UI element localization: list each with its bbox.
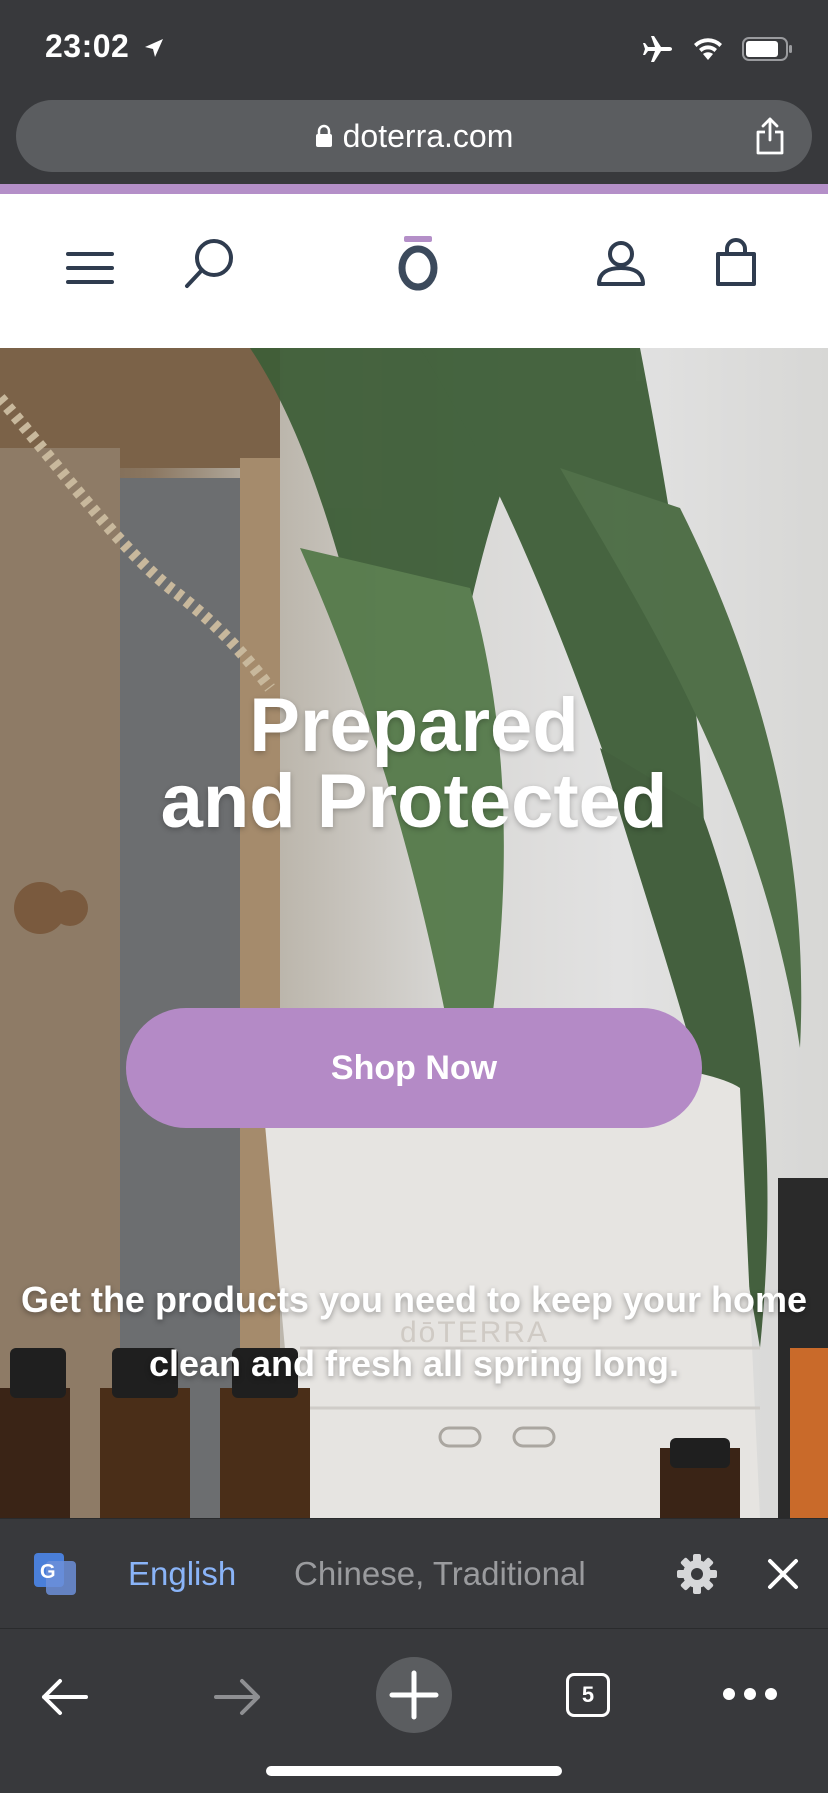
more-options-icon[interactable]	[722, 1687, 778, 1701]
svg-text:G: G	[40, 1561, 56, 1583]
status-time: 23:02	[45, 28, 165, 65]
status-bar: 23:02	[0, 0, 828, 96]
status-indicators	[642, 34, 794, 64]
tab-count-button[interactable]: 5	[566, 1673, 610, 1717]
shopping-bag-icon[interactable]	[714, 238, 758, 288]
hero-title-line2: and Protected	[160, 759, 668, 844]
settings-gear-icon[interactable]	[676, 1553, 718, 1595]
battery-icon	[742, 37, 792, 61]
url-text: doterra.com	[342, 117, 514, 154]
google-translate-icon: G	[34, 1553, 76, 1595]
airplane-icon	[643, 36, 672, 62]
doterra-logo[interactable]	[388, 218, 448, 298]
account-icon[interactable]	[596, 240, 646, 288]
search-icon[interactable]	[182, 236, 238, 292]
clock-text: 23:02	[45, 28, 130, 64]
hero-subtitle: Get the products you need to keep your h…	[20, 1279, 808, 1384]
share-icon[interactable]	[754, 116, 786, 156]
wifi-icon	[694, 38, 722, 60]
home-indicator[interactable]	[266, 1766, 562, 1776]
forward-arrow-icon[interactable]	[212, 1675, 264, 1719]
shop-now-button[interactable]: Shop Now	[126, 1008, 702, 1128]
new-tab-button[interactable]	[376, 1657, 452, 1733]
language-english[interactable]: English	[128, 1555, 236, 1593]
hero-title: Prepared and Protected	[0, 688, 828, 840]
address-bar[interactable]: doterra.com	[16, 100, 812, 172]
site-header	[0, 194, 828, 348]
hero-title-line1: Prepared	[249, 683, 579, 768]
language-chinese-traditional[interactable]: Chinese, Traditional	[294, 1555, 586, 1593]
accent-line	[0, 184, 828, 194]
translate-bar: G English Chinese, Traditional	[0, 1518, 828, 1627]
logo-mark	[398, 236, 438, 291]
back-arrow-icon[interactable]	[38, 1675, 90, 1719]
lock-icon	[315, 124, 332, 147]
tab-count: 5	[581, 1682, 595, 1707]
close-icon[interactable]	[766, 1557, 800, 1591]
location-arrow-icon	[144, 39, 163, 57]
menu-icon[interactable]	[66, 250, 114, 286]
plus-icon	[389, 1670, 439, 1720]
hero-banner: dōTERRA Prepared and Protected Shop Now …	[0, 348, 828, 1518]
